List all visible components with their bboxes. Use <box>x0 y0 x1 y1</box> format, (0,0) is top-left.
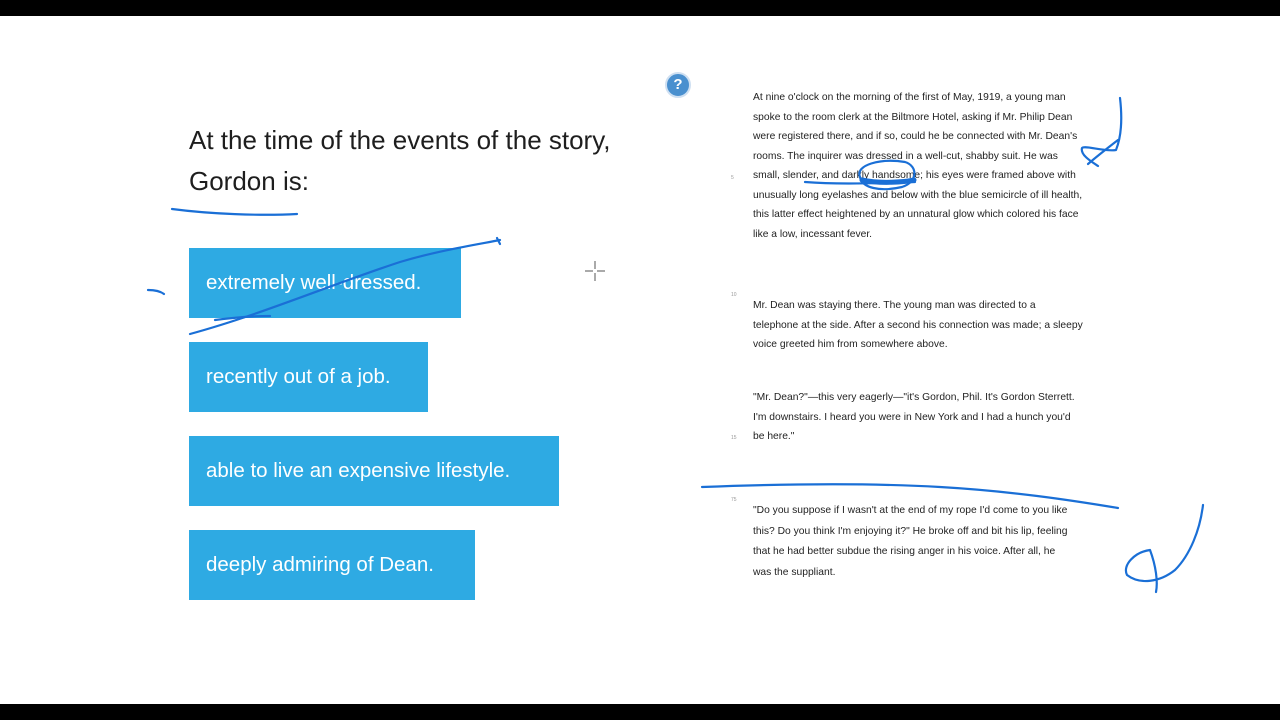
question-text: At the time of the events of the story, … <box>189 125 611 196</box>
crosshair-cursor-icon <box>585 261 605 281</box>
passage-paragraph: "Do you suppose if I wasn't at the end o… <box>753 501 1073 583</box>
help-button[interactable]: ? <box>665 72 691 98</box>
line-number: 75 <box>731 497 737 503</box>
ink-dash-left <box>146 288 166 296</box>
ink-check-mark-bottom <box>1124 503 1205 594</box>
passage-paragraph: At nine o'clock on the morning of the fi… <box>753 88 1083 244</box>
ink-underline-gordon <box>170 207 299 216</box>
answer-choice-c[interactable]: able to live an expensive lifestyle. <box>189 436 559 506</box>
top-letterbox <box>0 0 1280 16</box>
answer-choice-a[interactable]: extremely well-dressed. <box>189 248 461 318</box>
line-number: 5 <box>731 175 734 181</box>
bottom-letterbox <box>0 704 1280 720</box>
answer-choice-d[interactable]: deeply admiring of Dean. <box>189 530 475 600</box>
passage-text: Mr. Dean was staying there. The young ma… <box>753 300 1083 350</box>
passage-paragraph: Mr. Dean was staying there. The young ma… <box>753 296 1083 355</box>
passage-text: At nine o'clock on the morning of the fi… <box>753 92 1083 240</box>
passage-paragraph: "Mr. Dean?"—this very eagerly—"it's Gord… <box>753 388 1083 447</box>
line-number: 10 <box>731 292 737 298</box>
passage-text: "Do you suppose if I wasn't at the end o… <box>753 505 1068 578</box>
ink-check-mark-top <box>1080 96 1123 168</box>
answer-choice-b[interactable]: recently out of a job. <box>189 342 428 412</box>
passage-text: "Mr. Dean?"—this very eagerly—"it's Gord… <box>753 392 1075 442</box>
line-number: 15 <box>731 435 737 441</box>
